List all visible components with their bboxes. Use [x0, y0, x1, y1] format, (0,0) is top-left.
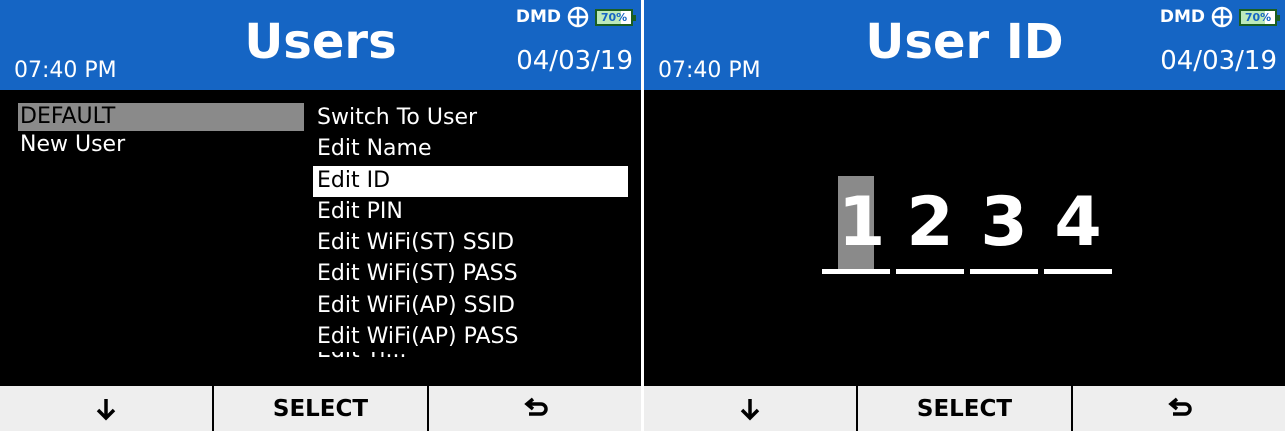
down-button[interactable] — [0, 386, 213, 431]
brand-label: DMD — [1159, 7, 1205, 27]
down-arrow-icon — [740, 398, 760, 420]
user-id-content: 1 2 3 4 — [644, 90, 1285, 386]
menu-item-partial: Edit Ti... — [313, 352, 628, 362]
back-button[interactable] — [428, 386, 641, 431]
digit-underline — [896, 269, 964, 274]
digit-underline — [1044, 269, 1112, 274]
id-digit-2[interactable]: 2 — [896, 176, 964, 274]
status-indicators: DMD 70% — [1159, 6, 1280, 28]
user-action-menu: Switch To User Edit Name Edit ID Edit PI… — [313, 103, 628, 353]
globe-icon — [1211, 6, 1233, 28]
digit-underline — [970, 269, 1038, 274]
battery-icon: 70% — [1239, 8, 1280, 26]
digit-underline — [822, 269, 890, 274]
users-screen: 07:40 PM Users DMD 70% 04/03/19 DEFAULT — [0, 0, 641, 431]
id-digit-editor: 1 2 3 4 — [822, 176, 1112, 274]
softkey-bar: SELECT — [0, 386, 641, 431]
back-button[interactable] — [1072, 386, 1285, 431]
brand-label: DMD — [515, 7, 561, 27]
menu-item-edit-id[interactable]: Edit ID — [313, 165, 628, 197]
clock-date: 04/03/19 — [1160, 46, 1277, 76]
id-digit-3-value: 3 — [980, 183, 1028, 262]
menu-item-switch-to-user[interactable]: Switch To User — [313, 103, 628, 134]
battery-icon: 70% — [595, 8, 636, 26]
id-digit-1-value: 1 — [838, 176, 885, 270]
users-content: DEFAULT New User Switch To User Edit Nam… — [0, 90, 641, 386]
user-item-default[interactable]: DEFAULT — [18, 103, 304, 131]
select-button[interactable]: SELECT — [858, 386, 1071, 431]
battery-terminal — [1277, 14, 1280, 21]
status-indicators: DMD 70% — [515, 6, 636, 28]
back-arrow-icon — [1168, 397, 1192, 416]
header-bar: 07:40 PM User ID DMD 70% 04/03/19 — [644, 0, 1285, 90]
id-digit-4-value: 4 — [1054, 183, 1102, 262]
battery-percent: 70% — [600, 10, 628, 24]
menu-item-partial-label: Edit Ti... — [313, 352, 628, 362]
battery-terminal — [633, 14, 636, 21]
select-button[interactable]: SELECT — [214, 386, 427, 431]
battery-percent: 70% — [1244, 10, 1272, 24]
globe-icon — [567, 6, 589, 28]
menu-item-edit-wifi-ap-ssid[interactable]: Edit WiFi(AP) SSID — [313, 291, 628, 322]
user-item-new-user[interactable]: New User — [18, 131, 304, 159]
down-arrow-icon — [96, 398, 116, 420]
back-arrow-icon — [524, 397, 548, 416]
device-screens: 07:40 PM Users DMD 70% 04/03/19 DEFAULT — [0, 0, 1285, 431]
id-digit-2-value: 2 — [906, 183, 954, 262]
menu-item-edit-wifi-ap-pass[interactable]: Edit WiFi(AP) PASS — [313, 322, 628, 353]
menu-item-edit-pin[interactable]: Edit PIN — [313, 197, 628, 228]
menu-item-edit-wifi-st-ssid[interactable]: Edit WiFi(ST) SSID — [313, 228, 628, 259]
clock-date: 04/03/19 — [516, 46, 633, 76]
down-button[interactable] — [644, 386, 857, 431]
id-digit-3[interactable]: 3 — [970, 176, 1038, 274]
menu-item-edit-wifi-st-pass[interactable]: Edit WiFi(ST) PASS — [313, 259, 628, 290]
user-list: DEFAULT New User — [18, 103, 304, 159]
user-id-screen: 07:40 PM User ID DMD 70% 04/03/19 1 2 3 … — [644, 0, 1285, 431]
id-digit-4[interactable]: 4 — [1044, 176, 1112, 274]
id-digit-1[interactable]: 1 — [822, 176, 890, 274]
header-bar: 07:40 PM Users DMD 70% 04/03/19 — [0, 0, 641, 90]
menu-item-edit-name[interactable]: Edit Name — [313, 134, 628, 165]
softkey-bar: SELECT — [644, 386, 1285, 431]
